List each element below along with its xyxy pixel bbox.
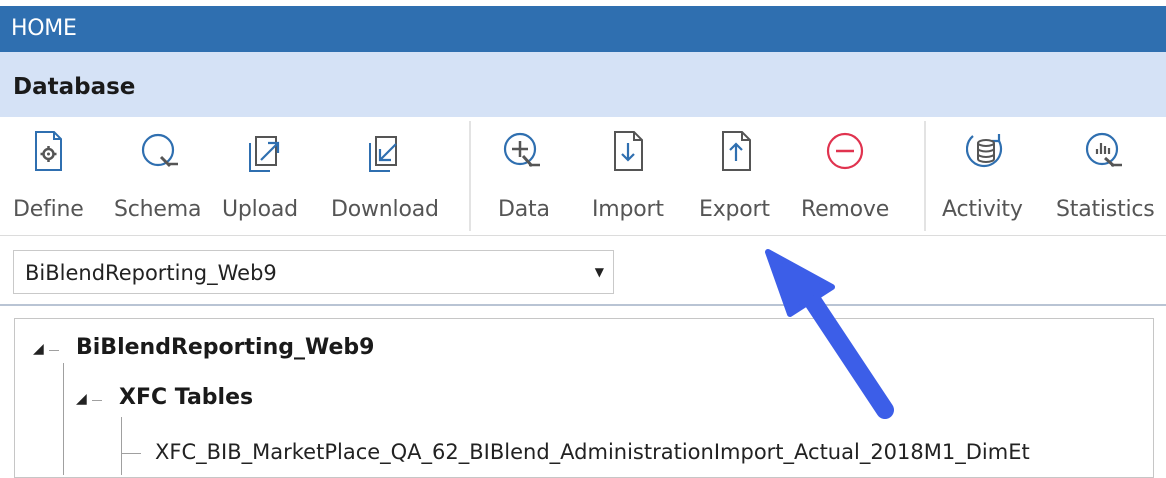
define-button[interactable]: Define [0, 117, 98, 235]
tree-connector [121, 417, 122, 475]
search-icon [141, 133, 178, 168]
activity-label: Activity [942, 197, 1023, 222]
export-button[interactable]: Export [697, 117, 779, 235]
ribbon-separator [924, 121, 926, 231]
database-group-header: Database [0, 52, 1166, 117]
database-select-value: BiBlendReporting_Web9 [25, 261, 277, 285]
gear-icon [35, 131, 62, 171]
tree-connector [49, 350, 59, 351]
tree-connector [92, 400, 102, 401]
upload-label: Upload [222, 197, 298, 222]
statistics-label: Statistics [1056, 197, 1155, 222]
zoom-in-icon [503, 132, 540, 168]
upload-icon [249, 136, 280, 172]
remove-button[interactable]: Remove [801, 117, 897, 235]
tree-connector [121, 453, 141, 454]
data-button[interactable]: Data [490, 117, 560, 235]
section-divider [0, 304, 1166, 306]
import-icon [614, 131, 643, 171]
import-label: Import [592, 197, 664, 222]
ribbon-separator [469, 121, 471, 231]
download-button[interactable]: Download [328, 117, 450, 235]
data-label: Data [498, 197, 550, 222]
home-tab-header[interactable]: HOME [0, 6, 1166, 52]
tree-node-table[interactable]: XFC_BIB_MarketPlace_QA_62_BIBlend_Admini… [155, 440, 1030, 464]
statistics-icon [1085, 132, 1122, 168]
ribbon-divider [0, 235, 1166, 236]
export-icon [722, 131, 751, 171]
chevron-down-icon[interactable]: ▼ [595, 251, 604, 293]
import-button[interactable]: Import [588, 117, 672, 235]
tree-connector [63, 363, 64, 475]
define-label: Define [13, 197, 84, 222]
download-label: Download [331, 197, 439, 222]
upload-button[interactable]: Upload [222, 117, 310, 235]
collapse-triangle-icon[interactable]: ◢ [33, 341, 44, 357]
statistics-button[interactable]: Statistics [1056, 117, 1162, 235]
export-label: Export [699, 197, 770, 222]
database-select[interactable]: BiBlendReporting_Web9 ▼ [13, 250, 614, 294]
database-tree: ◢ BiBlendReporting_Web9 ◢ XFC Tables XFC… [14, 318, 1154, 478]
tree-node-xfc-tables[interactable]: XFC Tables [119, 385, 253, 410]
schema-label: Schema [114, 197, 202, 222]
remove-label: Remove [801, 197, 890, 222]
schema-button[interactable]: Schema [112, 117, 208, 235]
database-activity-icon [966, 134, 1003, 168]
database-ribbon: Define Schema Upload Download Data Impor… [0, 117, 1166, 235]
download-icon [369, 136, 397, 172]
tree-node-root[interactable]: BiBlendReporting_Web9 [76, 335, 374, 360]
activity-button[interactable]: Activity [942, 117, 1034, 235]
remove-icon [826, 132, 864, 170]
collapse-triangle-icon[interactable]: ◢ [76, 391, 87, 407]
